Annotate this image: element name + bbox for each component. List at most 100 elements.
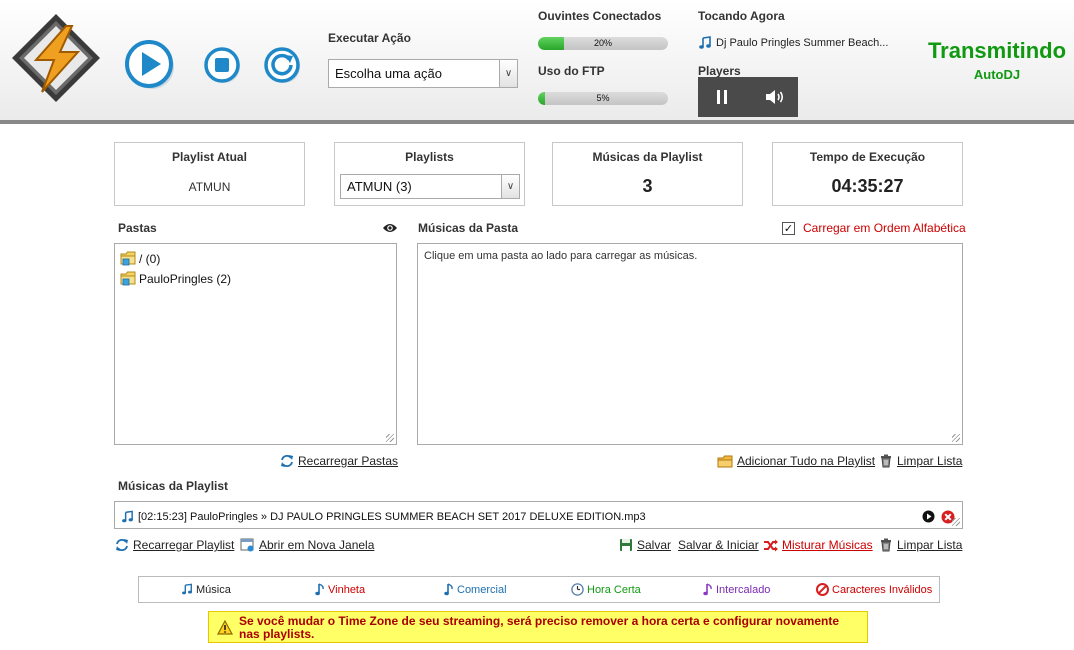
legend-interleaved: Intercalado — [703, 583, 770, 596]
execute-action-label: Executar Ação — [328, 31, 411, 45]
resize-grip[interactable] — [386, 434, 394, 442]
interleaved-note-icon — [703, 583, 712, 596]
action-select[interactable]: Escolha uma ação ∨ — [328, 59, 518, 88]
reload-playlist-label: Recarregar Playlist — [133, 538, 235, 552]
legend-jingle: Vinheta — [315, 583, 365, 596]
save-icon — [620, 539, 632, 551]
trash-icon — [881, 538, 891, 552]
music-note-icon — [699, 36, 711, 49]
folder-songs-title: Músicas da Pasta — [418, 221, 519, 235]
folder-item-label: / (0) — [139, 251, 161, 266]
chevron-down-icon: ∨ — [501, 175, 519, 198]
shuffle-songs-link[interactable]: Misturar Músicas — [763, 538, 873, 552]
music-note-icon — [182, 583, 192, 595]
folder-songs-panel: Clique em uma pasta ao lado para carrega… — [417, 243, 963, 445]
playlist-songs-title: Músicas da Playlist — [592, 150, 703, 164]
playlist-song-label: [02:15:23] PauloPringles » DJ PAULO PRIN… — [138, 511, 646, 523]
open-new-window-label: Abrir em Nova Janela — [259, 538, 375, 552]
playlist-select-value: ATMUN (3) — [347, 179, 412, 194]
runtime-value: 04:35:27 — [831, 176, 904, 196]
folders-title: Pastas — [118, 221, 157, 235]
add-all-label: Adicionar Tudo na Playlist — [737, 454, 876, 468]
save-label: Salvar — [637, 538, 672, 552]
playlist-songs-card: Músicas da Playlist 3 — [552, 142, 743, 206]
refresh-icon — [116, 539, 128, 551]
playlist-songs-panel: [02:15:23] PauloPringles » DJ PAULO PRIN… — [114, 501, 963, 529]
legend-time: Hora Certa — [571, 583, 641, 596]
reload-button[interactable] — [263, 46, 303, 84]
resize-grip[interactable] — [952, 518, 960, 526]
folder-songs-placeholder: Clique em uma pasta ao lado para carrega… — [424, 250, 698, 262]
music-note-icon — [122, 510, 133, 523]
now-playing-track-text: Dj Paulo Pringles Summer Beach... — [716, 37, 889, 49]
legend-commercial-label: Comercial — [457, 583, 507, 596]
playlist-song-row[interactable]: [02:15:23] PauloPringles » DJ PAULO PRIN… — [121, 510, 646, 524]
runtime-title: Tempo de Execução — [809, 150, 926, 164]
clear-folder-list-label: Limpar Lista — [897, 454, 963, 468]
legend-invalid-label: Caracteres Inválidos — [832, 583, 933, 596]
legend-music-label: Música — [196, 583, 231, 596]
current-playlist-title: Playlist Atual — [172, 150, 247, 164]
current-playlist-value: ATMUN — [188, 180, 231, 194]
save-and-start-link[interactable]: Salvar & Iniciar — [678, 538, 759, 552]
now-playing-track: Dj Paulo Pringles Summer Beach... — [698, 36, 888, 50]
listeners-progress-bar: 20% — [538, 37, 668, 50]
reload-playlist-link[interactable]: Recarregar Playlist — [115, 538, 234, 552]
clear-playlist-link[interactable]: Limpar Lista — [879, 538, 962, 552]
alpha-order-checkbox[interactable]: ✓ — [782, 221, 795, 235]
add-all-to-playlist-link[interactable]: Adicionar Tudo na Playlist — [717, 454, 875, 468]
open-new-window-link[interactable]: Abrir em Nova Janela — [240, 538, 374, 552]
alpha-order-label: Carregar em Ordem Alfabética — [803, 221, 966, 235]
legend-time-label: Hora Certa — [587, 583, 641, 596]
players-label: Players — [698, 64, 741, 78]
volume-button[interactable] — [764, 87, 786, 107]
pause-button[interactable] — [712, 87, 732, 107]
top-control-bar: Executar Ação Escolha uma ação ∨ Ouvinte… — [0, 0, 1074, 124]
stream-status-mode: AutoDJ — [973, 67, 1021, 82]
warning-icon — [217, 620, 233, 635]
runtime-card: Tempo de Execução 04:35:27 — [772, 142, 963, 206]
legend-commercial: Comercial — [444, 583, 507, 596]
playlists-card: Playlists ATMUN (3) ∨ — [334, 142, 525, 206]
commercial-note-icon — [444, 583, 453, 596]
folders-panel: / (0) PauloPringles (2) — [114, 243, 397, 445]
forbidden-icon — [816, 583, 829, 596]
save-and-start-label: Salvar & Iniciar — [678, 538, 759, 552]
legend-music: Música — [181, 583, 231, 596]
warning-text: Se você mudar o Time Zone de seu streami… — [239, 614, 839, 641]
reload-folders-label: Recarregar Pastas — [298, 454, 399, 468]
listeners-label: Ouvintes Conectados — [538, 9, 662, 23]
current-playlist-card: Playlist Atual ATMUN — [114, 142, 305, 206]
playlist-select[interactable]: ATMUN (3) ∨ — [340, 174, 520, 199]
action-select-value: Escolha uma ação — [335, 66, 442, 81]
playlist-songs-count: 3 — [642, 176, 653, 196]
refresh-icon — [281, 455, 293, 467]
shuffle-icon — [764, 539, 778, 551]
folder-item-root[interactable]: / (0) — [120, 251, 160, 266]
play-song-icon[interactable] — [922, 510, 935, 523]
save-link[interactable]: Salvar — [619, 538, 671, 552]
folder-icon — [120, 271, 136, 286]
chevron-down-icon: ∨ — [499, 60, 517, 87]
shuffle-songs-label: Misturar Músicas — [782, 538, 873, 552]
stream-status-title: Transmitindo — [927, 38, 1067, 63]
legend-interleaved-label: Intercalado — [716, 583, 771, 596]
clock-icon — [571, 583, 584, 596]
winamp-logo-icon — [12, 14, 100, 102]
folder-add-icon — [717, 455, 733, 467]
clear-folder-list-link[interactable]: Limpar Lista — [879, 454, 962, 468]
play-button[interactable] — [125, 40, 177, 90]
listeners-progress-text: 20% — [593, 38, 612, 48]
eye-icon[interactable] — [382, 222, 398, 234]
jingle-note-icon — [315, 583, 324, 596]
player-controls — [698, 77, 798, 117]
playlist-songs-section-title: Músicas da Playlist — [118, 479, 229, 493]
reload-folders-link[interactable]: Recarregar Pastas — [280, 454, 398, 468]
folder-item-paulopringles[interactable]: PauloPringles (2) — [120, 271, 231, 286]
resize-grip[interactable] — [952, 434, 960, 442]
legend-bar: Música Vinheta Comercial Hora Certa Inte… — [138, 576, 940, 603]
clear-playlist-label: Limpar Lista — [897, 538, 963, 552]
now-playing-label: Tocando Agora — [698, 9, 785, 23]
playlists-title: Playlists — [405, 150, 454, 164]
stop-button[interactable] — [203, 46, 243, 84]
